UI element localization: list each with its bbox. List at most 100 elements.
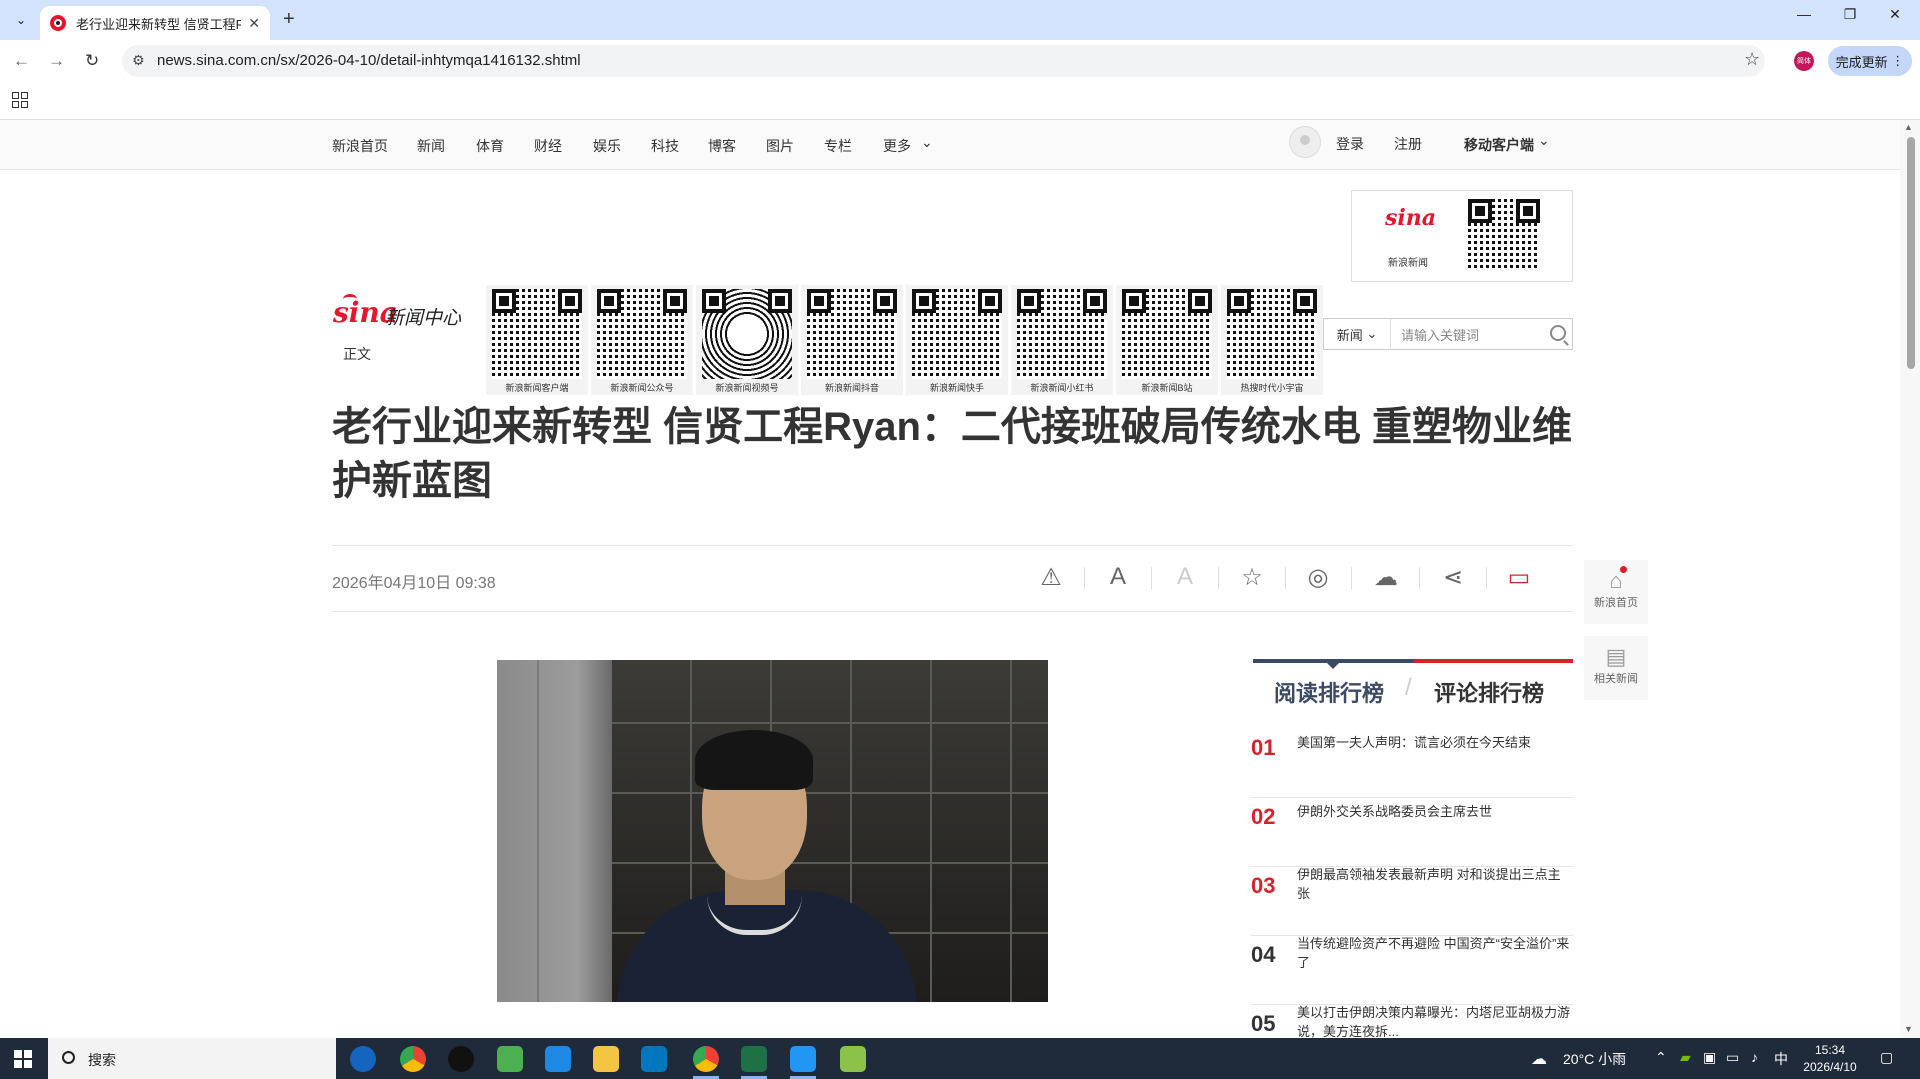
rank-link[interactable]: 美国第一夫人声明：谎言必须在今天结束 <box>1297 733 1573 752</box>
qr-code-icon <box>597 289 687 379</box>
qr-caption: 新浪新闻视频号 <box>715 383 779 393</box>
folder-icon[interactable] <box>593 1046 619 1072</box>
scroll-down-icon[interactable]: ▼ <box>1904 1024 1913 1034</box>
tray-expand-icon[interactable]: ⌃ <box>1655 1049 1667 1066</box>
qq-icon[interactable] <box>448 1046 474 1072</box>
notification-dot <box>1620 566 1627 573</box>
report-icon[interactable]: ⚠ <box>1036 563 1066 592</box>
tab-search-icon[interactable]: ⌄ <box>10 9 32 31</box>
qr-caption: 新浪新闻小红书 <box>1030 383 1094 393</box>
chevron-down-icon[interactable]: ⌄ <box>921 134 933 151</box>
nav-item-column[interactable]: 专栏 <box>824 136 852 156</box>
document-icon: ▤ <box>1605 644 1627 669</box>
minimize-icon[interactable]: — <box>1789 6 1819 22</box>
list-item[interactable]: 01 美国第一夫人声明：谎言必须在今天结束 <box>1251 729 1573 798</box>
mobile-client-link[interactable]: 移动客户端 <box>1464 135 1534 155</box>
search-icon <box>62 1051 75 1064</box>
side-related-button[interactable]: ▤ 相关新闻 <box>1584 636 1648 700</box>
rank-link[interactable]: 伊朗最高领袖发表最新声明 对和谈提出三点主张 <box>1297 865 1573 903</box>
scrollbar-thumb[interactable] <box>1907 137 1915 369</box>
nav-item-ent[interactable]: 娱乐 <box>593 136 621 156</box>
edge-icon[interactable] <box>641 1046 667 1072</box>
nav-item-sports[interactable]: 体育 <box>476 136 504 156</box>
list-item[interactable]: 03 伊朗最高领袖发表最新声明 对和谈提出三点主张 <box>1251 867 1573 936</box>
restore-icon[interactable]: ❐ <box>1835 6 1865 23</box>
search-icon[interactable] <box>1550 325 1566 341</box>
nvidia-icon[interactable]: ▰ <box>1680 1049 1691 1066</box>
news-center-label[interactable]: 新闻中心 <box>385 303 461 330</box>
tab-comment-ranking[interactable]: 评论排行榜 <box>1434 676 1544 708</box>
nav-item-more[interactable]: 更多 <box>883 136 911 156</box>
sina-top-nav <box>0 120 1900 170</box>
divider <box>1351 567 1352 589</box>
nav-item-tech[interactable]: 科技 <box>651 136 679 156</box>
list-item[interactable]: 05 美以打击伊朗决策内幕曝光：内塔尼亚胡极力游说，美方连夜拆... <box>1251 1005 1573 1038</box>
font-larger-icon[interactable]: A <box>1103 563 1133 591</box>
browser-tab[interactable]: 老行业迎来新转型 信贤工程Ryan：二代接班破局传统水电 重塑物业维护新蓝图 ✕ <box>40 6 270 40</box>
update-button[interactable]: 完成更新 ⋮ <box>1828 46 1912 76</box>
weibo-share-icon[interactable]: ◎ <box>1303 563 1333 592</box>
nav-item-news[interactable]: 新闻 <box>417 136 445 156</box>
list-item[interactable]: 04 当传统避险资产不再避险 中国资产“安全溢价”来了 <box>1251 936 1573 1005</box>
scroll-up-icon[interactable]: ▲ <box>1904 122 1913 132</box>
qr-caption: 新浪新闻客户端 <box>505 383 569 393</box>
side-home-button[interactable]: ⌂ 新浪首页 <box>1584 560 1648 624</box>
register-link[interactable]: 注册 <box>1394 134 1422 154</box>
active-tab-indicator <box>1327 663 1339 669</box>
comment-icon[interactable]: ▭ <box>1504 563 1534 592</box>
share-icon[interactable]: ⋖ <box>1438 563 1468 592</box>
qr-caption: 新浪新闻B站 <box>1141 383 1193 393</box>
nav-item-blog[interactable]: 博客 <box>708 136 736 156</box>
tab-title: 老行业迎来新转型 信贤工程Ryan：二代接班破局传统水电 重塑物业维护新蓝图 <box>76 16 241 32</box>
search-input[interactable]: 请输入关键词 <box>1401 325 1479 344</box>
search-category-select[interactable]: 新闻 ⌄ <box>1324 319 1391 349</box>
tray-app-icon[interactable]: ▣ <box>1703 1049 1716 1066</box>
qr-caption: 热搜时代小宇宙 <box>1240 383 1304 393</box>
rank-link[interactable]: 当传统避险资产不再避险 中国资产“安全溢价”来了 <box>1297 934 1573 972</box>
chrome-icon[interactable] <box>400 1046 426 1072</box>
new-tab-icon[interactable]: + <box>283 8 295 31</box>
reload-icon[interactable]: ↻ <box>85 51 99 71</box>
nav-item-finance[interactable]: 财经 <box>534 136 562 156</box>
rank-number: 01 <box>1251 735 1276 760</box>
chevron-down-icon[interactable]: ⌄ <box>1538 132 1550 149</box>
clock-time: 15:34 <box>1814 1043 1846 1057</box>
login-link[interactable]: 登录 <box>1336 134 1364 154</box>
font-smaller-icon[interactable]: A <box>1170 563 1200 591</box>
notifications-icon[interactable]: ▢ <box>1880 1049 1893 1066</box>
notepad-icon[interactable] <box>497 1046 523 1072</box>
windows-start-icon[interactable] <box>14 1050 32 1068</box>
taskbar-clock[interactable]: 15:34 2026/4/10 <box>1800 1042 1860 1076</box>
close-window-icon[interactable]: ✕ <box>1880 6 1910 23</box>
tab-read-ranking[interactable]: 阅读排行榜 <box>1274 676 1384 708</box>
favorite-star-icon[interactable]: ☆ <box>1237 563 1267 592</box>
divider <box>1486 567 1487 589</box>
user-avatar-icon[interactable] <box>1289 126 1321 158</box>
rank-link[interactable]: 伊朗外交关系战略委员会主席去世 <box>1297 802 1573 821</box>
volume-icon[interactable]: ♪ <box>1751 1049 1758 1065</box>
forward-icon[interactable]: → <box>48 51 65 71</box>
vscode-icon[interactable] <box>545 1046 571 1072</box>
url-text[interactable]: news.sina.com.cn/sx/2026-04-10/detail-in… <box>157 52 581 69</box>
bookmark-star-icon[interactable]: ☆ <box>1744 49 1760 70</box>
tab-close-icon[interactable]: ✕ <box>248 15 260 32</box>
excel-icon[interactable] <box>741 1046 767 1072</box>
nav-item-photo[interactable]: 图片 <box>766 136 794 156</box>
nav-item-home[interactable]: 新浪首页 <box>332 136 388 156</box>
list-item[interactable]: 02 伊朗外交关系战略委员会主席去世 <box>1251 798 1573 867</box>
rank-link[interactable]: 美以打击伊朗决策内幕曝光：内塔尼亚胡极力游说，美方连夜拆... <box>1297 1005 1573 1038</box>
qr-podcast: 热搜时代小宇宙 <box>1221 285 1323 395</box>
paint-icon[interactable] <box>790 1046 816 1072</box>
apps-grid-icon[interactable] <box>12 92 28 108</box>
browser-app-icon[interactable] <box>350 1046 376 1072</box>
wechat-icon[interactable] <box>840 1046 866 1072</box>
taskbar-search-label[interactable]: 搜索 <box>88 1050 116 1070</box>
network-icon[interactable]: ▭ <box>1726 1049 1739 1066</box>
profile-avatar[interactable]: 简体 <box>1794 51 1814 71</box>
wechat-share-icon[interactable]: ☁ <box>1371 563 1401 592</box>
site-info-icon[interactable]: ⚙ <box>132 52 145 69</box>
weather-text[interactable]: 20°C 小雨 <box>1563 1049 1626 1069</box>
chrome-active-icon[interactable] <box>693 1046 719 1072</box>
back-icon[interactable]: ← <box>13 51 30 71</box>
ime-indicator[interactable]: 中 <box>1774 1049 1788 1069</box>
